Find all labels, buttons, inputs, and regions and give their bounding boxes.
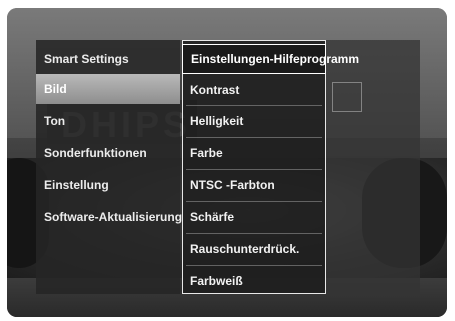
menu-item-einstellung[interactable]: Einstellung: [36, 170, 180, 200]
submenu-item-farbe[interactable]: Farbe: [182, 138, 326, 168]
submenu-item-ntsc-farbton[interactable]: NTSC -Farbton: [182, 170, 326, 200]
menu-header-smart-settings[interactable]: Smart Settings: [36, 44, 180, 74]
menu-item-software-aktualisierung[interactable]: Software-Aktualisierung: [36, 202, 182, 232]
menu-item-sonderfunktionen[interactable]: Sonderfunktionen: [36, 138, 180, 168]
submenu-item-farbweiss[interactable]: Farbweiß: [182, 266, 326, 296]
right-menu-column: [326, 40, 420, 294]
submenu-item-einstellungen-hilfeprogramm[interactable]: Einstellungen-Hilfeprogramm: [182, 44, 359, 74]
submenu-item-rauschunterdrueckung[interactable]: Rauschunterdrück.: [182, 234, 326, 264]
submenu-item-kontrast[interactable]: Kontrast: [182, 75, 326, 105]
tv-screen: DHIPS Smart Settings Bild Ton Sonderfunk…: [0, 0, 455, 321]
submenu-item-schaerfe[interactable]: Schärfe: [182, 202, 326, 232]
submenu-item-helligkeit[interactable]: Helligkeit: [182, 106, 326, 136]
menu-item-ton[interactable]: Ton: [36, 106, 180, 136]
value-box: [332, 82, 362, 112]
menu-item-bild[interactable]: Bild: [36, 74, 180, 104]
